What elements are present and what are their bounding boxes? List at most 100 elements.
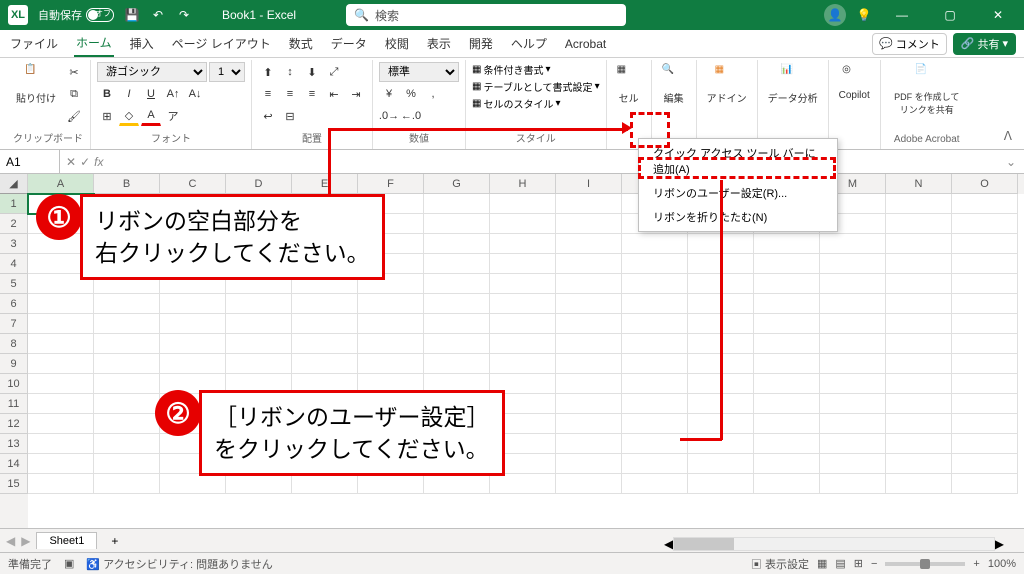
zoom-in-icon[interactable]: + — [973, 558, 979, 570]
share-button[interactable]: 🔗共有▾ — [953, 33, 1016, 55]
analysis-button[interactable]: 📊データ分析 — [764, 62, 822, 107]
tab-view[interactable]: 表示 — [425, 31, 453, 56]
cell[interactable] — [424, 314, 490, 334]
normal-view-icon[interactable]: ▦ — [817, 557, 827, 570]
font-name-select[interactable]: 游ゴシック — [97, 62, 207, 82]
cell[interactable] — [886, 194, 952, 214]
scroll-thumb[interactable] — [674, 538, 734, 550]
cell[interactable] — [358, 314, 424, 334]
cell[interactable] — [94, 434, 160, 454]
cell[interactable] — [886, 454, 952, 474]
cell[interactable] — [886, 294, 952, 314]
undo-icon[interactable]: ↶ — [150, 7, 166, 23]
cell[interactable] — [28, 394, 94, 414]
cell[interactable] — [886, 314, 952, 334]
cell[interactable] — [952, 194, 1018, 214]
row-header[interactable]: 11 — [0, 394, 28, 414]
tab-insert[interactable]: 挿入 — [128, 31, 156, 56]
row-header[interactable]: 12 — [0, 414, 28, 434]
collapse-ribbon-icon[interactable]: ᐱ — [1004, 129, 1012, 143]
page-layout-view-icon[interactable]: ▤ — [835, 557, 845, 570]
cell[interactable] — [28, 334, 94, 354]
cell[interactable] — [754, 354, 820, 374]
paste-button[interactable]: 📋 貼り付け — [12, 62, 60, 107]
decrease-decimal-icon[interactable]: ←.0 — [401, 106, 421, 126]
cell[interactable] — [622, 274, 688, 294]
formula-input[interactable] — [109, 150, 997, 173]
cell[interactable] — [886, 394, 952, 414]
cell[interactable] — [754, 414, 820, 434]
indent-increase-icon[interactable]: ⇥ — [346, 84, 366, 104]
font-decrease-icon[interactable]: A↓ — [185, 84, 205, 104]
copy-icon[interactable]: ⧉ — [64, 84, 84, 104]
cell[interactable] — [556, 254, 622, 274]
cell[interactable] — [622, 234, 688, 254]
row-header[interactable]: 10 — [0, 374, 28, 394]
cell[interactable] — [952, 214, 1018, 234]
close-button[interactable]: ✕ — [980, 0, 1016, 30]
col-header[interactable]: F — [358, 174, 424, 194]
cell[interactable] — [820, 414, 886, 434]
cell[interactable] — [886, 334, 952, 354]
cell[interactable] — [94, 454, 160, 474]
align-middle-icon[interactable]: ↕ — [280, 62, 300, 82]
sheet-nav-prev-icon[interactable]: ◀ — [6, 534, 15, 548]
cells-button[interactable]: ▦セル — [613, 62, 645, 107]
row-header[interactable]: 8 — [0, 334, 28, 354]
fx-icon[interactable]: fx — [94, 155, 103, 169]
pdf-create-button[interactable]: 📄PDF を作成してリンクを共有 — [887, 62, 967, 118]
row-header[interactable]: 7 — [0, 314, 28, 334]
cell[interactable] — [424, 474, 490, 494]
cell[interactable] — [226, 314, 292, 334]
cell[interactable] — [94, 374, 160, 394]
cell[interactable] — [886, 274, 952, 294]
search-input[interactable]: 🔍 検索 — [346, 4, 626, 26]
user-avatar-icon[interactable]: 👤 — [824, 4, 846, 26]
cell[interactable] — [160, 314, 226, 334]
row-header[interactable]: 1 — [0, 194, 28, 214]
cell[interactable] — [424, 334, 490, 354]
cell[interactable] — [622, 454, 688, 474]
display-settings-button[interactable]: ▣ 表示設定 — [751, 556, 809, 572]
cell[interactable] — [754, 294, 820, 314]
sheet-nav-next-icon[interactable]: ▶ — [21, 534, 30, 548]
font-size-select[interactable]: 11 — [209, 62, 245, 82]
cell[interactable] — [622, 474, 688, 494]
cell[interactable] — [886, 374, 952, 394]
row-header[interactable]: 3 — [0, 234, 28, 254]
cell[interactable] — [160, 334, 226, 354]
context-collapse-ribbon[interactable]: リボンを折りたたむ(N) — [641, 205, 835, 229]
bold-button[interactable]: B — [97, 84, 117, 104]
cell[interactable] — [754, 394, 820, 414]
editing-button[interactable]: 🔍編集 — [658, 62, 690, 107]
context-add-to-qat[interactable]: クイック アクセス ツール バーに追加(A) — [641, 141, 835, 181]
cell[interactable] — [622, 374, 688, 394]
cell[interactable] — [556, 354, 622, 374]
scroll-right-icon[interactable]: ▶ — [995, 537, 1004, 551]
cell[interactable] — [820, 454, 886, 474]
cell[interactable] — [94, 474, 160, 494]
col-header[interactable]: E — [292, 174, 358, 194]
cell[interactable] — [490, 314, 556, 334]
cell[interactable] — [160, 354, 226, 374]
cell[interactable] — [886, 434, 952, 454]
cell[interactable] — [490, 354, 556, 374]
conditional-formatting-button[interactable]: ▦ 条件付き書式 ▾ — [472, 62, 550, 77]
cell[interactable] — [292, 474, 358, 494]
cell[interactable] — [94, 394, 160, 414]
toggle-off-icon[interactable] — [86, 8, 114, 22]
tab-review[interactable]: 校閲 — [383, 31, 411, 56]
horizontal-scrollbar[interactable]: ◀ ▶ — [664, 536, 1004, 552]
cell[interactable] — [490, 294, 556, 314]
cell[interactable] — [622, 334, 688, 354]
cell[interactable] — [28, 414, 94, 434]
cell[interactable] — [754, 234, 820, 254]
fill-color-icon[interactable]: ◇ — [119, 106, 139, 126]
cell[interactable] — [886, 254, 952, 274]
tab-developer[interactable]: 開発 — [467, 31, 495, 56]
align-right-icon[interactable]: ≡ — [302, 84, 322, 104]
cell[interactable] — [688, 474, 754, 494]
cell[interactable] — [886, 354, 952, 374]
comma-icon[interactable]: , — [423, 84, 443, 104]
row-header[interactable]: 13 — [0, 434, 28, 454]
